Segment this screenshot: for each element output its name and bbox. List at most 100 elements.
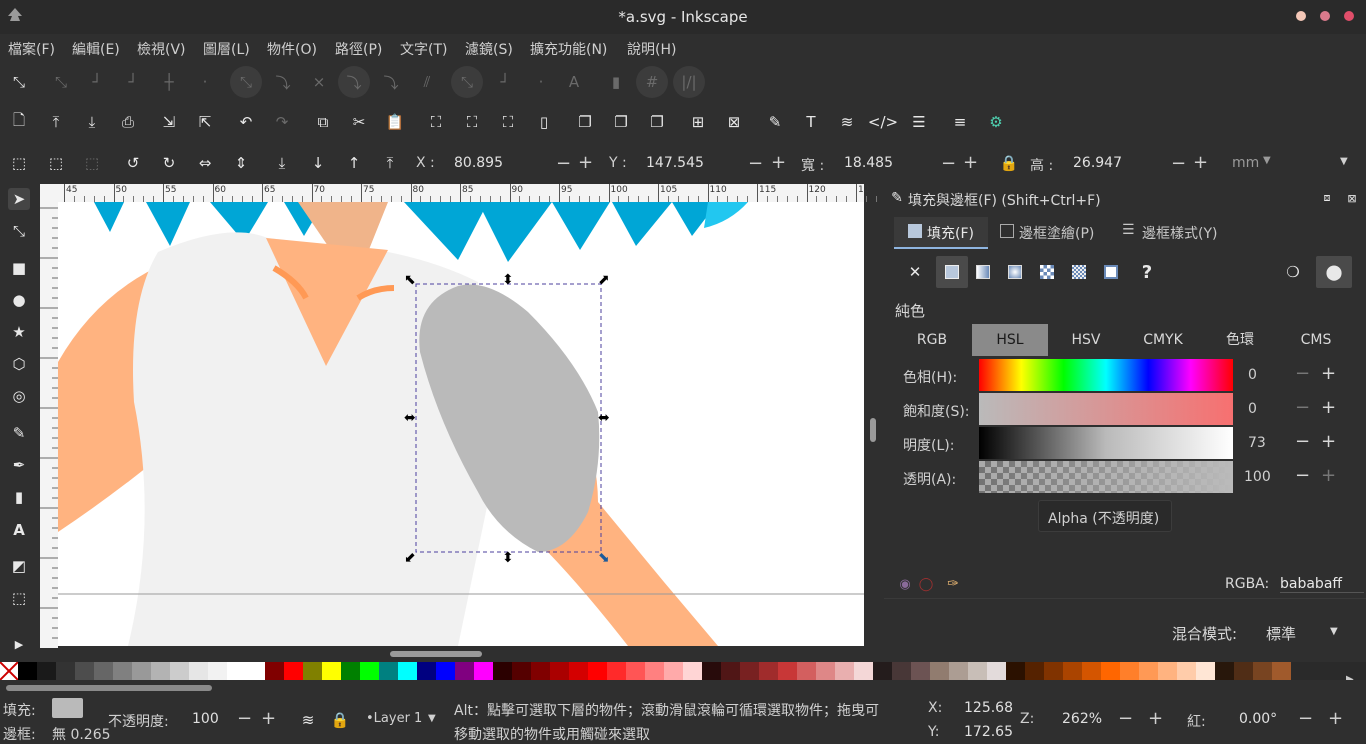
text-font-dialog-icon[interactable]: T — [800, 111, 822, 133]
palette-swatch[interactable] — [379, 662, 398, 680]
width-increment-icon[interactable]: + — [963, 152, 978, 173]
zoom-page-width-icon[interactable]: ▯ — [533, 111, 555, 133]
snap-path-icon[interactable]: ⤵ — [272, 71, 294, 93]
palette-swatch[interactable] — [683, 662, 702, 680]
palette-swatch[interactable] — [455, 662, 474, 680]
palette-swatch[interactable] — [1120, 662, 1139, 680]
align-distribute-icon[interactable]: ☰ — [908, 111, 930, 133]
menu-edit[interactable]: 編輯(E) — [72, 39, 120, 59]
layers-toggle-icon[interactable]: ≋ — [297, 709, 319, 731]
palette-swatch[interactable] — [911, 662, 930, 680]
cut-icon[interactable]: ✂ — [348, 111, 370, 133]
palette-swatch[interactable] — [1196, 662, 1215, 680]
select-all-layers-icon[interactable]: ⬚ — [45, 152, 67, 174]
mode-wheel[interactable]: 色環 — [1202, 324, 1278, 356]
undo-icon[interactable]: ↶ — [235, 111, 257, 133]
toolbox-expand-icon[interactable]: ▶ — [8, 633, 30, 655]
raise-icon[interactable]: ↑ — [343, 152, 365, 174]
lower-icon[interactable]: ↓ — [307, 152, 329, 174]
snap-intersection-icon[interactable]: ⨯ — [308, 71, 330, 93]
color-picker-icon[interactable]: ✑ — [942, 573, 964, 595]
palette-swatch[interactable] — [265, 662, 284, 680]
tab-fill[interactable]: 填充(F) — [894, 217, 988, 249]
star-tool-icon[interactable]: ★ — [8, 321, 30, 343]
lightness-increment-icon[interactable]: + — [1321, 431, 1336, 452]
fill-rule-evenodd-icon[interactable]: ❍ — [1282, 261, 1304, 283]
x-decrement-icon[interactable]: − — [556, 153, 571, 174]
snap-cusp-icon[interactable]: ⤵ — [338, 66, 370, 98]
redo-icon[interactable]: ↷ — [271, 111, 293, 133]
palette-swatch[interactable] — [702, 662, 721, 680]
palette-swatch[interactable] — [1082, 662, 1101, 680]
snap-guide-icon[interactable]: |/| — [673, 66, 705, 98]
palette-swatch[interactable] — [170, 662, 189, 680]
mesh-tool-icon[interactable]: ⬚ — [8, 587, 30, 609]
flip-vertical-icon[interactable]: ⇕ — [230, 152, 252, 174]
palette-swatch[interactable] — [626, 662, 645, 680]
pattern-icon[interactable] — [1036, 261, 1058, 283]
rotation-increment-icon[interactable]: + — [1328, 708, 1343, 729]
snap-bbox-corner-icon[interactable]: ┘ — [122, 71, 144, 93]
layer-lock-icon[interactable]: 🔒 — [329, 709, 351, 731]
lightness-value[interactable]: 73 — [1248, 435, 1266, 451]
palette-swatch[interactable] — [645, 662, 664, 680]
palette-swatch[interactable] — [1253, 662, 1272, 680]
fill-rule-nonzero-icon[interactable]: ⬤ — [1316, 256, 1352, 288]
alpha-decrement-icon[interactable]: − — [1295, 465, 1310, 486]
blend-mode-dropdown-icon[interactable]: ▼ — [1330, 626, 1338, 637]
palette-swatch[interactable] — [892, 662, 911, 680]
calligraphy-tool-icon[interactable]: ▮ — [8, 486, 30, 508]
palette-swatch[interactable] — [493, 662, 512, 680]
layers-dialog-icon[interactable]: ≋ — [836, 111, 858, 133]
snap-bbox-icon[interactable]: ⤡ — [50, 71, 72, 93]
palette-swatch[interactable] — [56, 662, 75, 680]
palette-swatch[interactable] — [474, 662, 493, 680]
palette-scroll-thumb[interactable] — [6, 685, 212, 691]
rectangle-tool-icon[interactable]: ■ — [8, 257, 30, 279]
zoom-increment-icon[interactable]: + — [1148, 708, 1163, 729]
snap-bbox-midpoint-icon[interactable]: ┼ — [158, 71, 180, 93]
mode-rgb[interactable]: RGB — [894, 324, 970, 356]
toolbar-overflow-icon[interactable]: ▼ — [1340, 156, 1348, 167]
width-decrement-icon[interactable]: − — [941, 153, 956, 174]
fill-indicator-swatch[interactable] — [52, 698, 83, 718]
menu-object[interactable]: 物件(O) — [267, 39, 317, 59]
palette-swatch[interactable] — [246, 662, 265, 680]
pencil-tool-icon[interactable]: ✎ — [8, 422, 30, 444]
opacity-decrement-icon[interactable]: − — [237, 708, 252, 729]
zoom-decrement-icon[interactable]: − — [1118, 708, 1133, 729]
hue-slider[interactable] — [979, 359, 1233, 391]
palette-swatch[interactable] — [189, 662, 208, 680]
snap-grid-icon[interactable]: # — [636, 66, 668, 98]
raise-to-top-icon[interactable]: ⤒ — [379, 152, 401, 174]
preferences-icon[interactable]: ≡ — [949, 111, 971, 133]
text-tool-icon[interactable]: A — [8, 519, 30, 541]
no-color-swatch[interactable] — [0, 661, 19, 681]
3d-box-tool-icon[interactable]: ⬡ — [8, 353, 30, 375]
copy-icon[interactable]: ⧉ — [312, 111, 334, 133]
palette-swatch[interactable] — [208, 662, 227, 680]
palette-swatch[interactable] — [151, 662, 170, 680]
panel-iconify-icon[interactable]: ⧈ — [1316, 187, 1338, 209]
snap-page-icon[interactable]: ▮ — [605, 71, 627, 93]
snap-bbox-center-icon[interactable]: · — [194, 71, 216, 93]
save-icon[interactable]: ⤓ — [81, 111, 103, 133]
palette-swatch[interactable] — [1063, 662, 1082, 680]
palette-swatch[interactable] — [664, 662, 683, 680]
snap-toggle-icon[interactable]: ⤡ — [8, 71, 30, 93]
palette-swatch[interactable] — [1139, 662, 1158, 680]
zoom-selection-icon[interactable]: ⛶ — [425, 111, 447, 133]
y-decrement-icon[interactable]: − — [748, 153, 763, 174]
rotate-ccw-icon[interactable]: ↺ — [122, 152, 144, 174]
alpha-slider[interactable] — [979, 461, 1233, 493]
mode-hsv[interactable]: HSV — [1048, 324, 1124, 356]
palette-swatch[interactable] — [588, 662, 607, 680]
palette-swatch[interactable] — [740, 662, 759, 680]
mode-hsl[interactable]: HSL — [972, 324, 1048, 356]
alpha-increment-icon[interactable]: + — [1321, 465, 1336, 486]
lightness-slider[interactable] — [979, 427, 1233, 459]
palette-swatch[interactable] — [797, 662, 816, 680]
palette-swatch[interactable] — [1025, 662, 1044, 680]
document-properties-icon[interactable]: ⚙ — [985, 111, 1007, 133]
x-increment-icon[interactable]: + — [578, 152, 593, 173]
